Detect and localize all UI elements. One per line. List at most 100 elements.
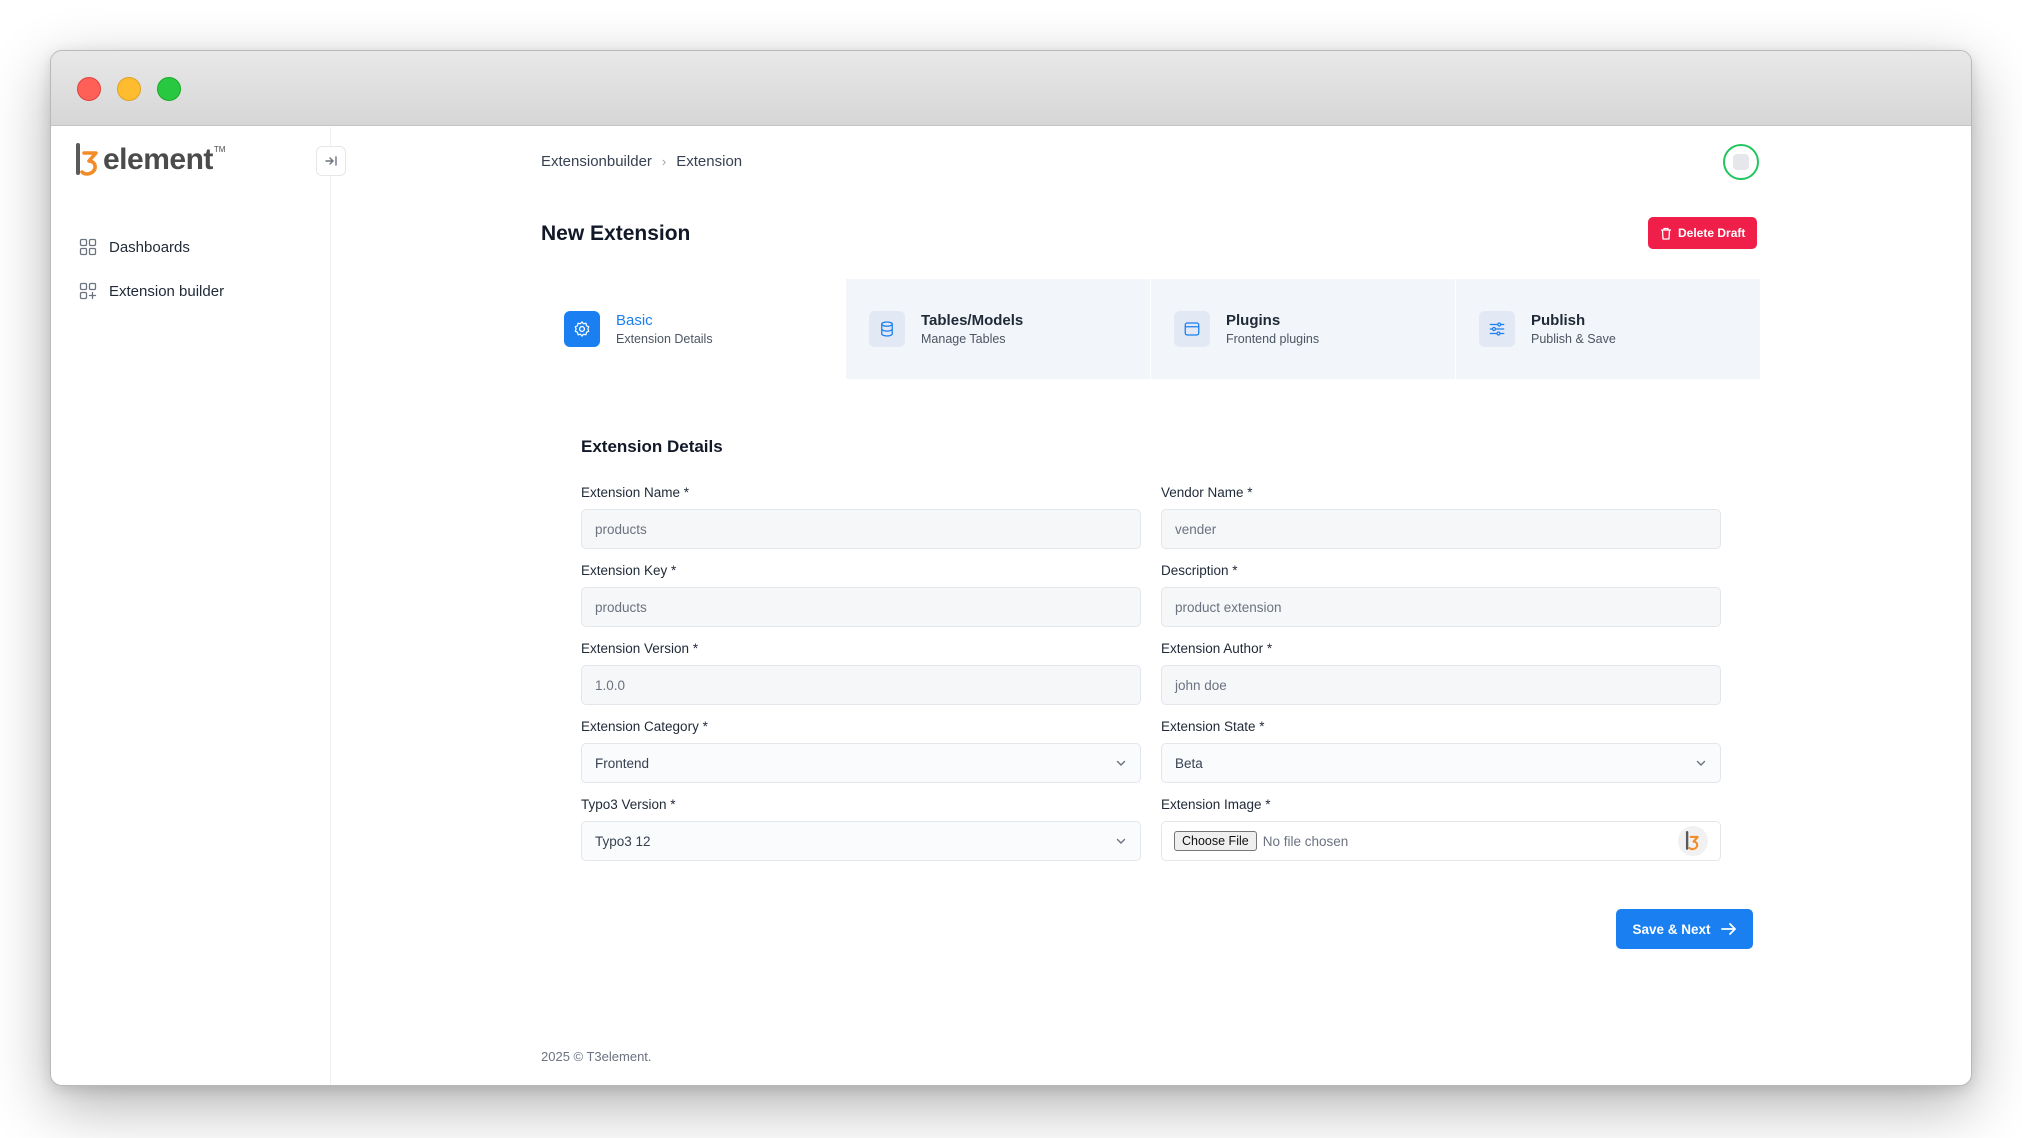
extension-author-group: Extension Author * john doe — [1161, 641, 1721, 705]
sidebar-nav: Dashboards Extension builder — [79, 225, 224, 313]
sliders-icon — [1489, 322, 1505, 336]
extension-category-group: Extension Category * Frontend — [581, 719, 1141, 783]
extension-state-select[interactable]: Beta — [1161, 743, 1721, 783]
logo-text: element — [103, 143, 213, 176]
breadcrumb-item-extensionbuilder[interactable]: Extensionbuilder — [541, 153, 652, 170]
tab-subtitle: Frontend plugins — [1226, 332, 1320, 346]
t3-logo-icon — [76, 143, 98, 176]
tab-plugins[interactable]: Plugins Frontend plugins — [1151, 279, 1455, 379]
tab-subtitle: Extension Details — [616, 332, 713, 346]
chevron-right-icon: › — [661, 154, 667, 169]
tab-icon-box — [1479, 311, 1515, 347]
sidebar: element TM Dashboards Extension builder — [51, 127, 346, 1085]
file-status: No file chosen — [1262, 833, 1349, 849]
tab-icon-box — [869, 311, 905, 347]
page-title: New Extension — [541, 222, 691, 245]
extension-state-group: Extension State * Beta — [1161, 719, 1721, 783]
field-label: Extension Name * — [581, 485, 690, 500]
database-icon — [881, 321, 893, 337]
select-value: Beta — [1175, 755, 1203, 771]
tab-title: Tables/Models — [921, 312, 1024, 329]
extension-image-group: Extension Image * Choose File No file ch… — [1161, 797, 1721, 861]
vendor-name-input[interactable]: vender — [1161, 509, 1721, 549]
user-avatar[interactable] — [1723, 144, 1759, 180]
delete-draft-label: Delete Draft — [1678, 226, 1746, 240]
sidebar-item-label: Dashboards — [109, 238, 190, 256]
extension-version-input[interactable]: 1.0.0 — [581, 665, 1141, 705]
tab-icon-box — [1174, 311, 1210, 347]
breadcrumb-item-extension: Extension — [676, 153, 743, 170]
footer-copyright: 2025 © T3element. — [541, 1049, 652, 1064]
tab-publish[interactable]: Publish Publish & Save — [1456, 279, 1760, 379]
sidebar-item-extension-builder[interactable]: Extension builder — [79, 269, 224, 313]
sidebar-item-label: Extension builder — [109, 282, 225, 300]
select-value: Typo3 12 — [595, 833, 651, 849]
section-title: Extension Details — [581, 437, 723, 456]
grid-add-icon — [79, 282, 97, 300]
trademark-mark: TM — [213, 145, 226, 154]
collapse-sidebar-button[interactable] — [316, 146, 346, 176]
save-next-button[interactable]: Save & Next — [1616, 909, 1753, 949]
tab-title: Basic — [616, 312, 653, 329]
vendor-name-group: Vendor Name * vender — [1161, 485, 1721, 549]
window-titlebar — [51, 51, 1971, 126]
typo3-version-select[interactable]: Typo3 12 — [581, 821, 1141, 861]
typo3-version-group: Typo3 Version * Typo3 12 — [581, 797, 1141, 861]
extension-key-input[interactable]: products — [581, 587, 1141, 627]
chevron-down-icon — [1696, 760, 1706, 766]
field-label: Extension Image * — [1161, 797, 1271, 812]
maximize-window-button[interactable] — [157, 77, 181, 101]
extension-name-group: Extension Name * products — [581, 485, 1141, 549]
extension-image-file-input[interactable]: Choose File No file chosen — [1161, 821, 1721, 861]
tab-text: Basic Extension Details — [616, 312, 713, 346]
grid-icon — [79, 238, 97, 256]
tab-title: Publish — [1531, 312, 1586, 329]
arrow-right-icon — [1720, 923, 1736, 935]
field-label: Extension State * — [1161, 719, 1265, 734]
avatar-image — [1733, 154, 1749, 170]
image-preview — [1678, 826, 1708, 856]
select-value: Frontend — [595, 755, 650, 771]
description-group: Description * product extension — [1161, 563, 1721, 627]
field-label: Extension Key * — [581, 563, 677, 578]
extension-name-input[interactable]: products — [581, 509, 1141, 549]
close-window-button[interactable] — [77, 77, 101, 101]
tab-title: Plugins — [1226, 312, 1281, 329]
logo[interactable]: element TM — [75, 143, 225, 177]
tab-basic[interactable]: Basic Extension Details — [541, 279, 845, 379]
tab-text: Plugins Frontend plugins — [1226, 312, 1319, 346]
delete-draft-button[interactable]: Delete Draft — [1648, 217, 1758, 249]
save-next-label: Save & Next — [1632, 921, 1711, 937]
tab-icon-box — [564, 311, 600, 347]
field-label: Typo3 Version * — [581, 797, 676, 812]
gear-icon — [574, 321, 590, 337]
extension-category-select[interactable]: Frontend — [581, 743, 1141, 783]
collapse-sidebar-icon — [325, 156, 337, 166]
field-label: Description * — [1161, 563, 1238, 578]
trash-icon — [1661, 227, 1671, 240]
tab-text: Tables/Models Manage Tables — [921, 312, 1023, 346]
minimize-window-button[interactable] — [117, 77, 141, 101]
app-content: element TM Dashboards Extension builder … — [51, 127, 1971, 1085]
window-icon — [1184, 322, 1200, 336]
t3-logo-preview-icon — [1685, 831, 1699, 851]
extension-author-input[interactable]: john doe — [1161, 665, 1721, 705]
breadcrumb: Extensionbuilder › Extension — [541, 153, 742, 170]
browser-window: element TM Dashboards Extension builder … — [50, 50, 1972, 1086]
field-label: Extension Version * — [581, 641, 699, 656]
tab-text: Publish Publish & Save — [1531, 312, 1616, 346]
extension-version-group: Extension Version * 1.0.0 — [581, 641, 1141, 705]
field-label: Extension Author * — [1161, 641, 1273, 656]
extension-details-card: Extension Details Extension Name * produ… — [541, 379, 1761, 1029]
extension-key-group: Extension Key * products — [581, 563, 1141, 627]
chevron-down-icon — [1116, 760, 1126, 766]
tab-subtitle: Publish & Save — [1531, 332, 1616, 346]
wizard-tabs: Basic Extension Details Tables/Models Ma… — [541, 279, 1761, 379]
tab-tables-models[interactable]: Tables/Models Manage Tables — [846, 279, 1150, 379]
chevron-down-icon — [1116, 838, 1126, 844]
field-label: Vendor Name * — [1161, 485, 1253, 500]
tab-subtitle: Manage Tables — [921, 332, 1006, 346]
choose-file-button[interactable]: Choose File — [1174, 831, 1257, 851]
description-input[interactable]: product extension — [1161, 587, 1721, 627]
sidebar-item-dashboards[interactable]: Dashboards — [79, 225, 224, 269]
